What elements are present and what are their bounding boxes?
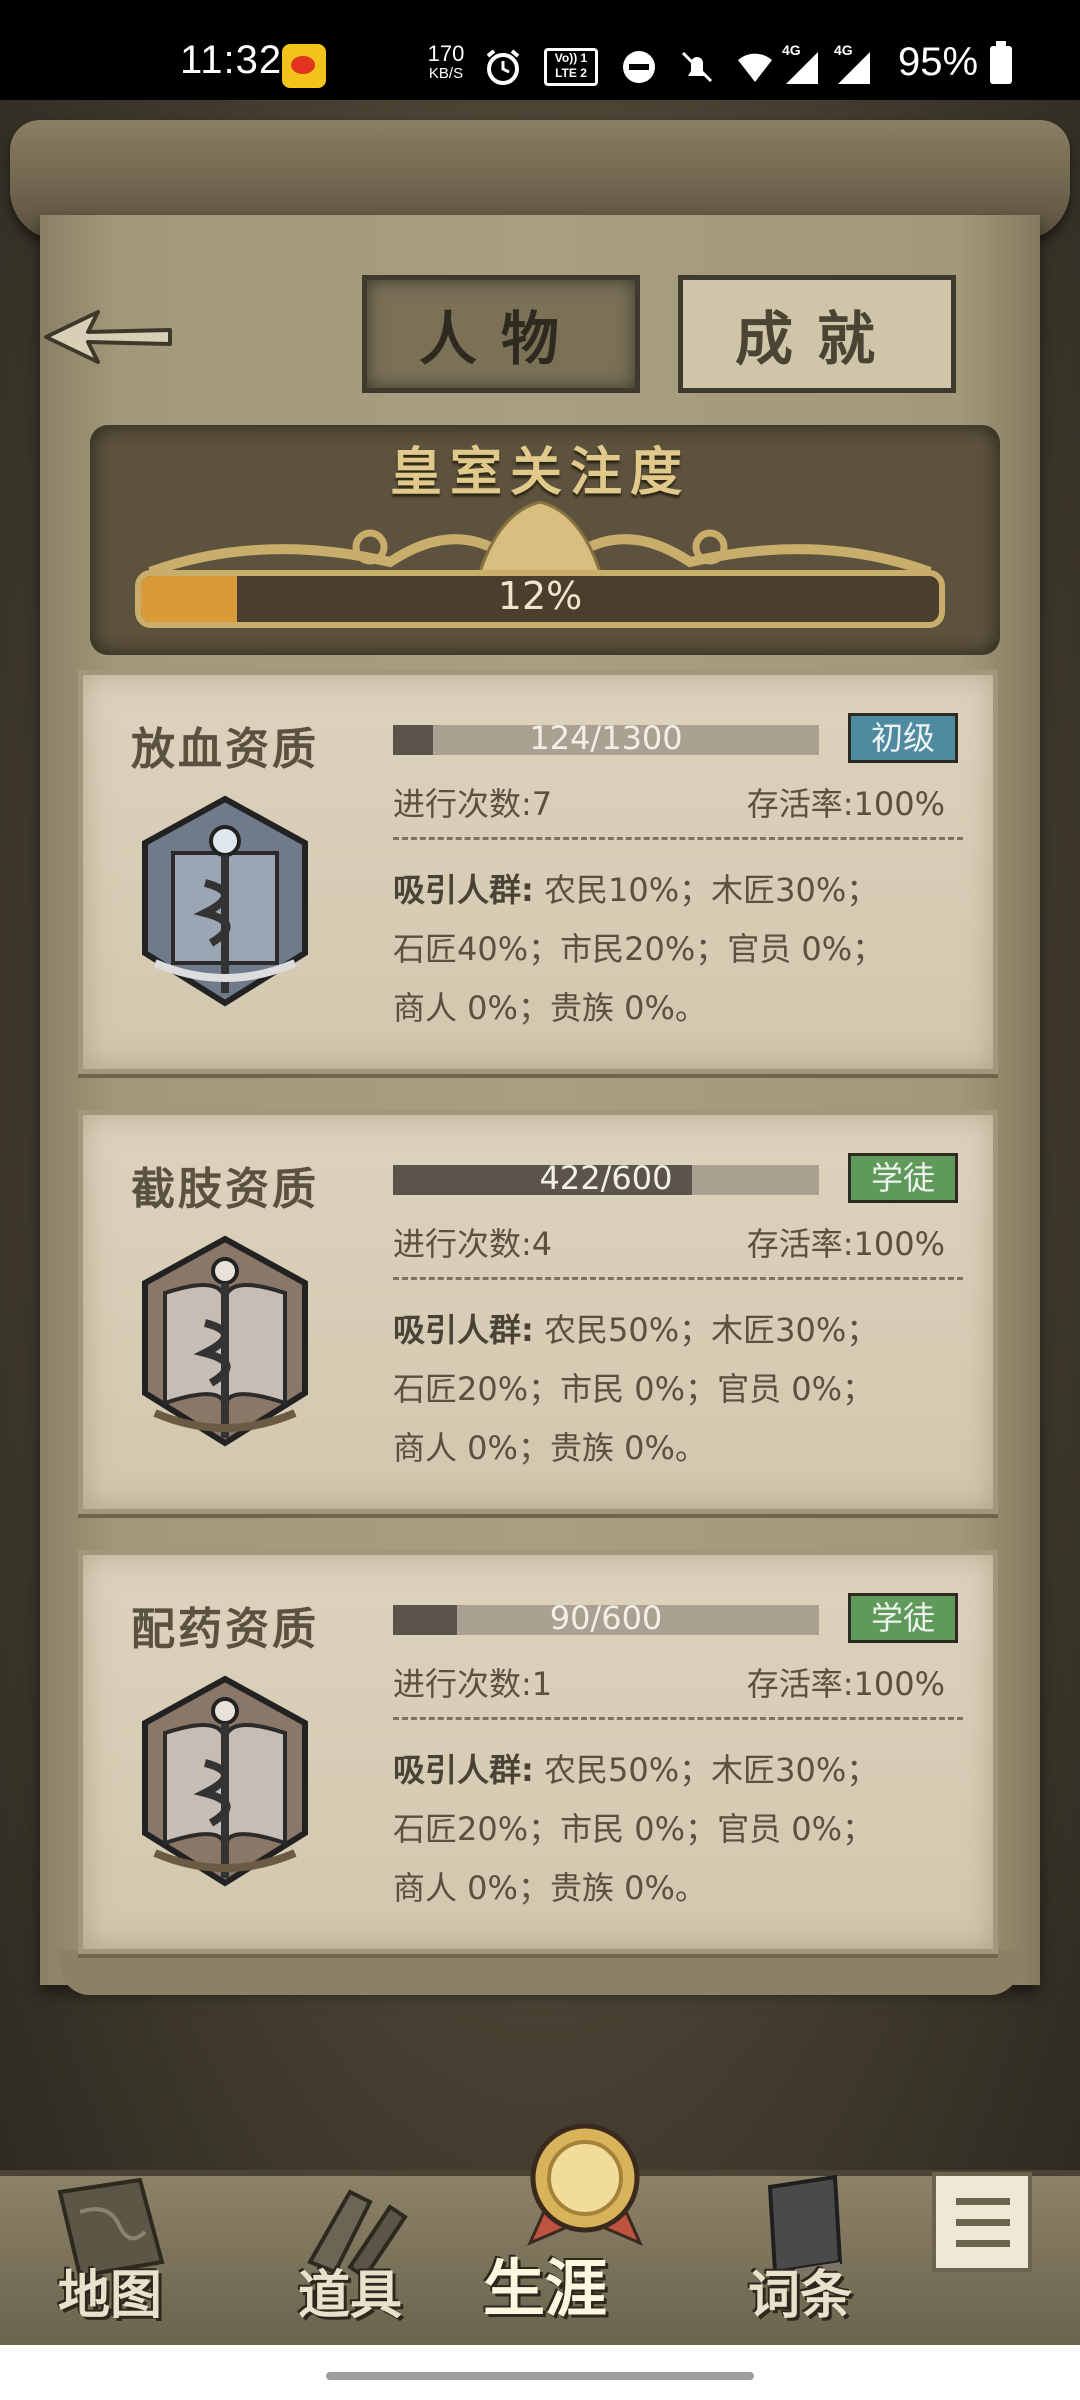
attracted-groups: 吸引人群: 农民50%；木匠30%； 石匠20%；市民 0%；官员 0%； 商人… [393, 1741, 973, 1918]
network-speed-value: 170 [427, 41, 465, 66]
nav-career[interactable]: 生涯 [455, 2172, 635, 2342]
dnd-icon [623, 51, 655, 83]
home-indicator[interactable] [326, 2372, 754, 2380]
attracted-groups: 吸引人群: 农民10%；木匠30%； 石匠40%；市民20%；官员 0%； 商人… [393, 861, 973, 1038]
attract-label: 吸引人群: [393, 1751, 534, 1789]
menu-icon[interactable] [932, 2172, 1032, 2272]
network-speed-unit: KB/S [428, 65, 464, 82]
card-title: 放血资质 [131, 724, 319, 775]
signal-2-icon: 4G [834, 42, 874, 86]
rank-badge: 学徒 [848, 1153, 958, 1203]
nav-items-label: 道具 [297, 2265, 402, 2326]
divider [393, 1277, 963, 1280]
divider [393, 1717, 963, 1720]
clock: 11:32 [180, 38, 283, 82]
royal-attention-percent: 12% [497, 574, 583, 618]
nav-entries[interactable]: 词条 [710, 2172, 890, 2342]
tab-achievement[interactable]: 成就 [678, 275, 956, 393]
rank-badge: 初级 [848, 713, 958, 763]
experience-text: 124/1300 [529, 719, 683, 757]
attracted-groups: 吸引人群: 农民50%；木匠30%； 石匠20%；市民 0%；官员 0%； 商人… [393, 1301, 973, 1478]
nav-career-label: 生涯 [482, 2252, 607, 2325]
run-count: 进行次数:7 [393, 785, 553, 823]
back-arrow-icon[interactable] [38, 292, 178, 382]
signal-2-type: 4G [834, 42, 853, 58]
scroll-bottom-edge [60, 1950, 1020, 1995]
volte-icon: Vo)) 1 LTE 2 [544, 48, 598, 86]
signal-1-icon: 4G [782, 42, 822, 86]
attract-line-1: 农民50%；木匠30%； [543, 1751, 879, 1789]
survival-rate: 存活率:100% [746, 1225, 945, 1263]
run-count: 进行次数:1 [393, 1665, 553, 1703]
royal-ornament-icon [148, 500, 932, 577]
nav-map-label: 地图 [57, 2265, 162, 2326]
tab-person[interactable]: 人物 [362, 275, 640, 393]
attract-line-3: 商人 0%；贵族 0%。 [393, 1869, 707, 1907]
attract-line-2: 石匠20%；市民 0%；官员 0%； [393, 1370, 875, 1408]
attract-line-2: 石匠20%；市民 0%；官员 0%； [393, 1810, 875, 1848]
skill-card-amputation[interactable]: 截肢资质 422/600 学徒 进行次数:4 存活率:100% 吸引人群: 农民… [78, 1110, 998, 1514]
experience-text: 90/600 [549, 1599, 663, 1637]
status-bar: 11:32 170 KB/S Vo)) 1 LTE 2 4G 4G 95% [0, 0, 1080, 100]
skill-card-pharmacy[interactable]: 配药资质 90/600 学徒 进行次数:1 存活率:100% 吸引人群: 农民5… [78, 1550, 998, 1954]
alarm-icon [486, 49, 520, 85]
run-count: 进行次数:4 [393, 1225, 553, 1263]
nav-items[interactable]: 道具 [260, 2172, 440, 2342]
network-speed: 170 KB/S [420, 41, 472, 84]
menu-line [956, 2198, 1010, 2205]
card-title: 配药资质 [131, 1604, 319, 1655]
survival-rate: 存活率:100% [746, 1665, 945, 1703]
wifi-icon [738, 53, 772, 82]
nav-map[interactable]: 地图 [20, 2172, 200, 2342]
weibo-notification-icon [282, 44, 326, 88]
battery-percent: 95% [898, 40, 979, 84]
divider [393, 837, 963, 840]
battery-icon [990, 41, 1012, 84]
signal-1-type: 4G [782, 42, 801, 58]
nav-entries-label: 词条 [747, 2265, 852, 2326]
menu-line [956, 2240, 1010, 2247]
attract-line-3: 商人 0%；贵族 0%。 [393, 1429, 707, 1467]
attract-label: 吸引人群: [393, 871, 534, 909]
attract-label: 吸引人群: [393, 1311, 534, 1349]
pharmacy-emblem-icon [142, 1675, 308, 1887]
rank-badge: 学徒 [848, 1593, 958, 1643]
skill-card-bloodletting[interactable]: 放血资质 124/1300 初级 进行次数:7 存活率:100% 吸引人群: 农… [78, 670, 998, 1074]
bloodletting-emblem-icon [142, 795, 308, 1007]
experience-text: 422/600 [539, 1159, 673, 1197]
attract-line-1: 农民10%；木匠30%； [543, 871, 879, 909]
amputation-emblem-icon [142, 1235, 308, 1447]
attract-line-2: 石匠40%；市民20%；官员 0%； [393, 930, 885, 968]
card-title: 截肢资质 [131, 1164, 319, 1215]
attract-line-1: 农民50%；木匠30%； [543, 1311, 879, 1349]
menu-line [956, 2219, 1010, 2226]
attract-line-3: 商人 0%；贵族 0%。 [393, 989, 707, 1027]
survival-rate: 存活率:100% [746, 785, 945, 823]
mute-icon [681, 51, 713, 83]
